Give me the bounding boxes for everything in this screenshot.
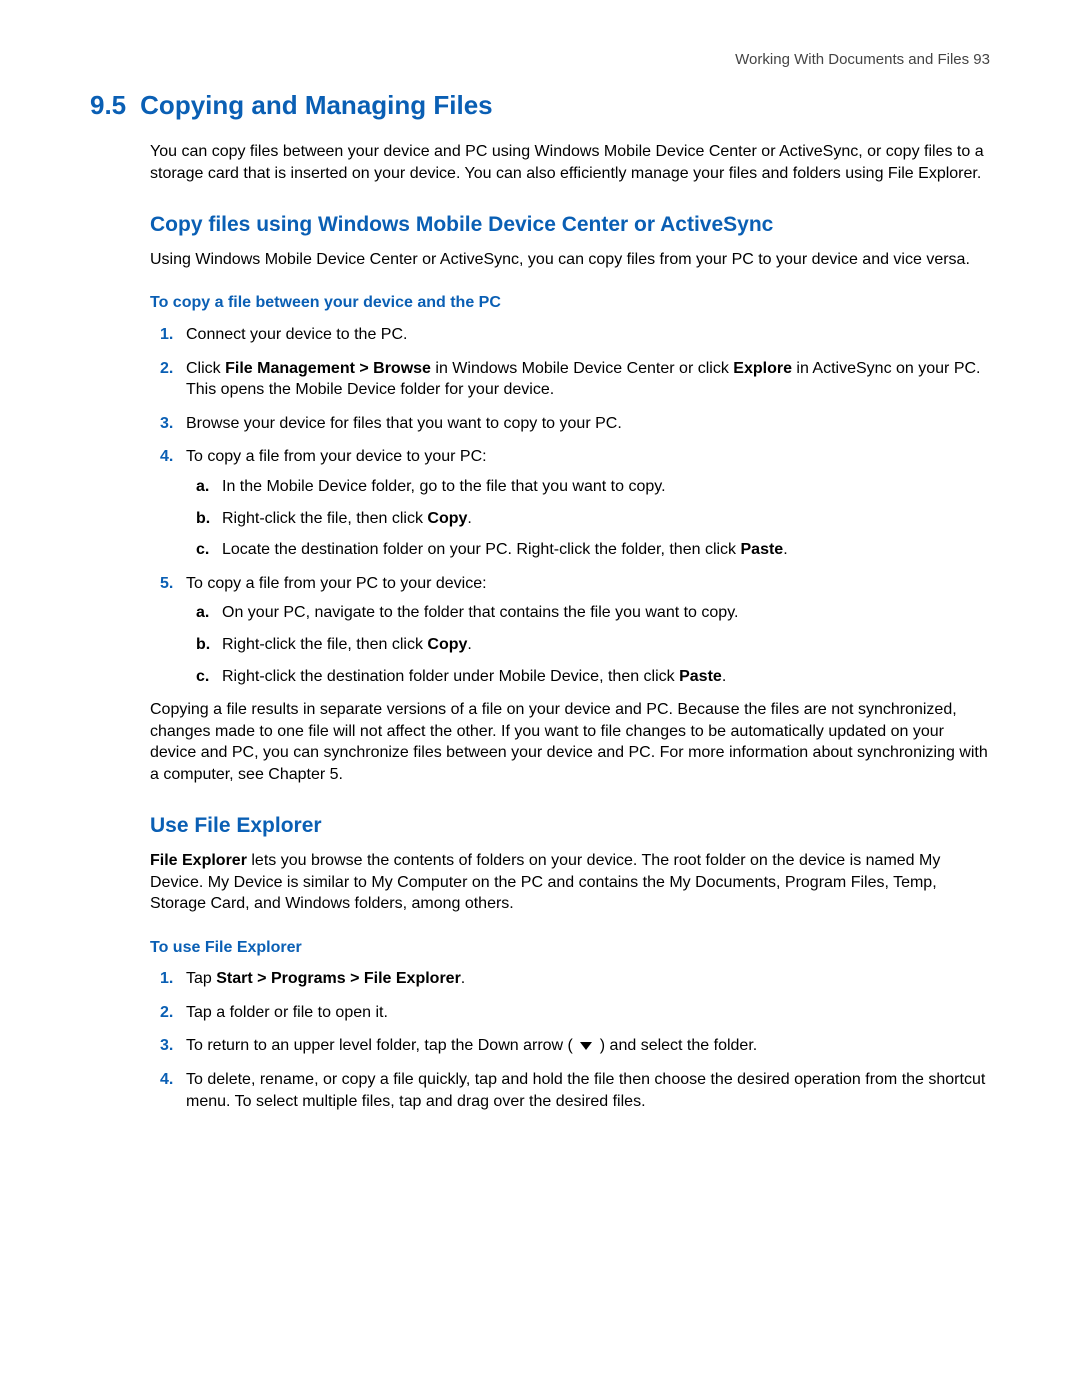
step-title-use-explorer: To use File Explorer — [150, 937, 990, 959]
intro-paragraph: You can copy files between your device a… — [150, 141, 990, 184]
step-4-text: To copy a file from your device to your … — [186, 448, 487, 465]
exp-step-1: 1. Tap Start > Programs > File Explorer. — [150, 968, 990, 990]
down-arrow-icon — [579, 1041, 593, 1051]
step-4-sublist: a.In the Mobile Device folder, go to the… — [186, 476, 990, 561]
sub1-intro: Using Windows Mobile Device Center or Ac… — [150, 249, 990, 271]
step-5a: a.On your PC, navigate to the folder tha… — [186, 602, 990, 624]
sub2-intro: File Explorer lets you browse the conten… — [150, 850, 990, 915]
step-3: 3. Browse your device for files that you… — [150, 413, 990, 435]
step-5: 5. To copy a file from your PC to your d… — [150, 573, 990, 687]
exp-step-1-text: Tap Start > Programs > File Explorer. — [186, 970, 465, 987]
step-5-sublist: a.On your PC, navigate to the folder tha… — [186, 602, 990, 687]
exp-step-4: 4. To delete, rename, or copy a file qui… — [150, 1069, 990, 1112]
exp-step-4-text: To delete, rename, or copy a file quickl… — [186, 1071, 985, 1110]
step-2-text: Click File Management > Browse in Window… — [186, 360, 981, 399]
step-5b: b.Right-click the file, then click Copy. — [186, 634, 990, 656]
step-4b: b.Right-click the file, then click Copy. — [186, 508, 990, 530]
exp-step-2: 2. Tap a folder or file to open it. — [150, 1002, 990, 1024]
step-1: 1. Connect your device to the PC. — [150, 324, 990, 346]
step-3-text: Browse your device for files that you wa… — [186, 415, 622, 432]
step-2: 2. Click File Management > Browse in Win… — [150, 358, 990, 401]
step-4c: c.Locate the destination folder on your … — [186, 539, 990, 561]
exp-step-3: 3. To return to an upper level folder, t… — [150, 1035, 990, 1057]
explorer-steps-list: 1. Tap Start > Programs > File Explorer.… — [150, 968, 990, 1112]
subheading-copy-files: Copy files using Windows Mobile Device C… — [150, 211, 990, 239]
step-1-text: Connect your device to the PC. — [186, 326, 407, 343]
subheading-file-explorer: Use File Explorer — [150, 812, 990, 840]
step-5c: c.Right-click the destination folder und… — [186, 666, 990, 688]
exp-step-3-text: To return to an upper level folder, tap … — [186, 1037, 757, 1054]
step-4: 4. To copy a file from your device to yo… — [150, 446, 990, 560]
step-title-copy-file: To copy a file between your device and t… — [150, 292, 990, 314]
copy-steps-list: 1. Connect your device to the PC. 2. Cli… — [150, 324, 990, 687]
step-4a: a.In the Mobile Device folder, go to the… — [186, 476, 990, 498]
running-header: Working With Documents and Files 93 — [90, 50, 990, 70]
section-heading: 9.5 Copying and Managing Files — [90, 88, 990, 123]
step-5-text: To copy a file from your PC to your devi… — [186, 575, 487, 592]
exp-step-2-text: Tap a folder or file to open it. — [186, 1004, 388, 1021]
section-number: 9.5 — [90, 88, 126, 123]
sub1-outro: Copying a file results in separate versi… — [150, 699, 990, 785]
section-title-text: Copying and Managing Files — [140, 90, 492, 120]
